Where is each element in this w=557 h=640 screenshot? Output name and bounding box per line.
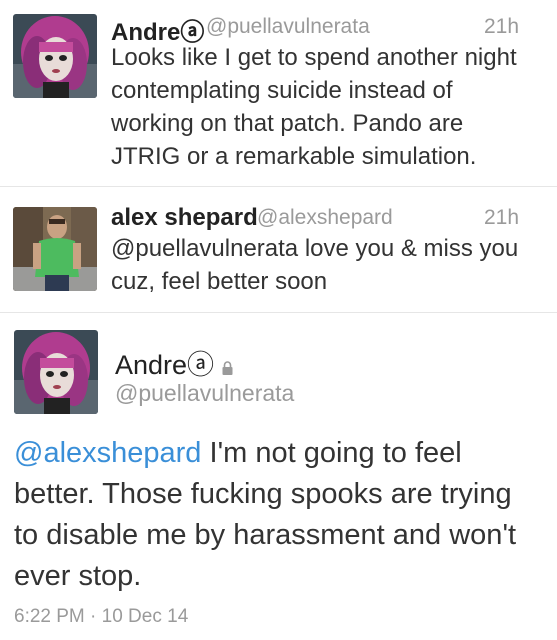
user-handle[interactable]: @puellavulnerata	[115, 380, 294, 407]
tweet-time: 21h	[484, 15, 520, 38]
tweet-text: @puellavulnerata love you & miss you cuz…	[111, 235, 519, 295]
tweet-timestamp: 6:22 PM · 10 Dec 14	[14, 606, 189, 627]
lock-icon	[222, 351, 233, 382]
display-name-text: Andreⓐ	[115, 350, 215, 380]
mention-link[interactable]: @alexshepard	[14, 437, 201, 469]
display-name[interactable]: alex shepard	[111, 204, 258, 232]
display-name[interactable]: Andreⓐ	[115, 343, 233, 382]
tweet-text: @alexshepard I'm not going to feel bette…	[14, 433, 534, 597]
avatar[interactable]	[13, 207, 97, 291]
user-handle[interactable]: @puellavulnerata	[206, 15, 370, 39]
avatar[interactable]	[13, 14, 97, 98]
avatar[interactable]	[14, 330, 98, 414]
tweet-text: Looks like I get to spend another night …	[111, 44, 517, 170]
user-handle[interactable]: @alexshepard	[257, 206, 393, 230]
tweet-time: 21h	[484, 206, 520, 229]
